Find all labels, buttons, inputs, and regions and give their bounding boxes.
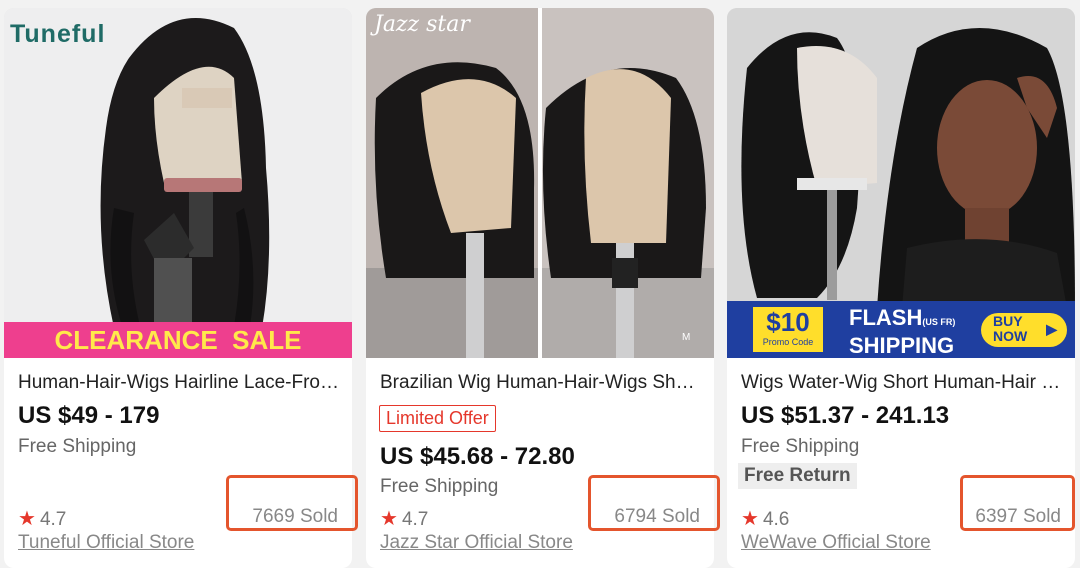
promo-code-label: Promo Code [762, 337, 814, 347]
product-title[interactable]: Human-Hair-Wigs Hairline Lace-Front Wigs [18, 372, 340, 394]
shipping-info: Free Shipping [741, 436, 860, 457]
product-rating: ★ 4.7 [380, 506, 428, 531]
rating-value: 4.6 [762, 509, 790, 530]
shipping-info: Free Shipping [380, 476, 499, 497]
product-image[interactable]: Tuneful CLEARANCE SALE [4, 8, 352, 358]
promo-amount: $10 [766, 307, 810, 337]
product-rating: ★ 4.6 [741, 506, 789, 531]
store-link[interactable]: Jazz Star Official Store [380, 532, 573, 554]
brand-logo: Tuneful [10, 20, 106, 48]
clearance-banner: CLEARANCE SALE [4, 322, 352, 358]
product-price: US $45.68 - 72.80 [380, 443, 575, 470]
promo-badge: $10 Promo Code [753, 307, 823, 352]
shipping-info: Free Shipping [18, 436, 137, 457]
play-arrow-icon: ▶ [1046, 321, 1057, 337]
star-icon: ★ [18, 508, 36, 530]
product-image[interactable]: Jazz star M [366, 8, 714, 358]
store-link[interactable]: WeWave Official Store [741, 532, 931, 554]
buy-now-pill: BUY NOW ▶ [981, 313, 1067, 347]
product-grid: Tuneful CLEARANCE SALE Human-Hair-Wigs H… [0, 0, 1080, 568]
flash-shipping-banner: $10 Promo Code FLASH(US FR) SHIPPING BUY… [727, 301, 1075, 358]
wig-photo [366, 8, 714, 358]
sold-highlight-box [226, 475, 358, 531]
product-title[interactable]: Brazilian Wig Human-Hair-Wigs Short Bob [380, 372, 702, 394]
product-price: US $49 - 179 [18, 402, 160, 429]
sold-highlight-box [588, 475, 720, 531]
sold-highlight-box [960, 475, 1075, 531]
buy-now-text: BUY NOW [993, 313, 1028, 344]
star-icon: ★ [741, 508, 759, 530]
product-image[interactable]: $10 Promo Code FLASH(US FR) SHIPPING BUY… [727, 8, 1075, 358]
product-rating: ★ 4.7 [18, 506, 66, 531]
flash-note: (US FR) [922, 317, 956, 327]
star-icon: ★ [380, 508, 398, 530]
image-mark: M [682, 332, 691, 343]
limited-offer-badge: Limited Offer [379, 405, 496, 432]
rating-value: 4.7 [39, 509, 67, 530]
product-price: US $51.37 - 241.13 [741, 402, 950, 429]
flash-text: FLASH(US FR) SHIPPING [849, 306, 955, 358]
rating-value: 4.7 [401, 509, 429, 530]
store-link[interactable]: Tuneful Official Store [18, 532, 194, 554]
free-return-badge: Free Return [738, 463, 857, 489]
flash-line1: FLASH [849, 305, 923, 330]
product-title[interactable]: Wigs Water-Wig Short Human-Hair Lace [741, 372, 1063, 394]
wig-photo [4, 8, 352, 358]
flash-line2: SHIPPING [849, 333, 955, 358]
brand-logo: Jazz star [374, 12, 470, 37]
banner-text: CLEARANCE SALE [54, 325, 302, 355]
